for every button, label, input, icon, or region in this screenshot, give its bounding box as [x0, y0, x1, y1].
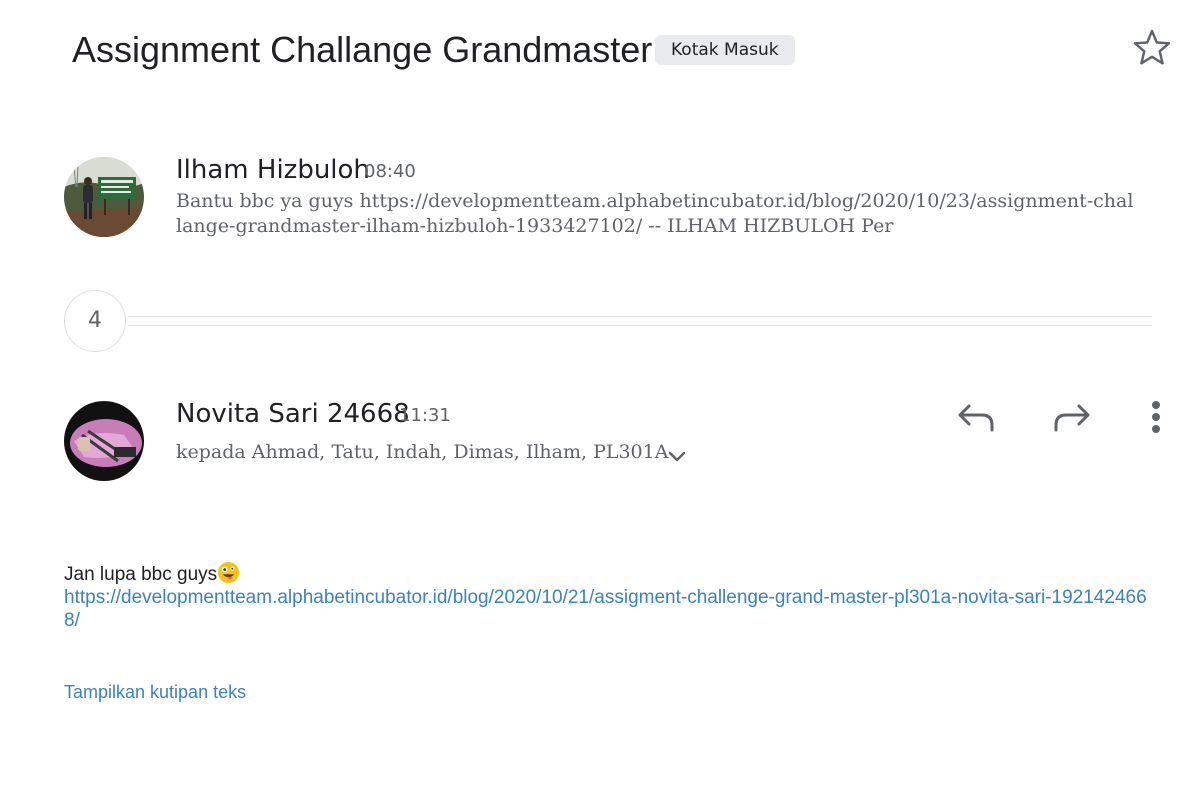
chevron-down-icon[interactable] [666, 447, 688, 465]
star-icon[interactable] [1130, 26, 1174, 70]
message-body-text: Jan lupa bbc guys [64, 561, 240, 587]
collapsed-messages-count[interactable]: 4 [64, 290, 126, 352]
message-link[interactable]: https://developmentteam.alphabetincubato… [64, 586, 1154, 632]
forward-icon[interactable] [1050, 396, 1094, 440]
message-body-line: Jan lupa bbc guys [64, 564, 218, 585]
collapsed-divider [128, 316, 1152, 317]
show-quoted-text-link[interactable]: Tampilkan kutipan teks [64, 680, 246, 704]
message-time: 11:31 [399, 405, 451, 426]
thread-subject: Assignment Challange Grandmaster [72, 29, 653, 70]
sender-name: Novita Sari 24668 [176, 399, 410, 429]
message-snippet[interactable]: Bantu bbc ya guys https://developmenttea… [176, 189, 1136, 239]
inbox-label-chip[interactable]: Kotak Masuk [655, 35, 795, 65]
recipients-line[interactable]: kepada Ahmad, Tatu, Indah, Dimas, Ilham,… [176, 439, 668, 465]
reply-icon[interactable] [954, 396, 998, 440]
sender-avatar[interactable] [64, 401, 144, 481]
collapsed-divider [128, 325, 1152, 326]
more-vert-icon[interactable] [1134, 396, 1178, 440]
sender-name: Ilham Hizbuloh [176, 155, 370, 185]
sender-avatar[interactable] [64, 157, 144, 237]
zany-face-emoji-icon [217, 561, 240, 584]
message-time: 08:40 [364, 161, 416, 182]
